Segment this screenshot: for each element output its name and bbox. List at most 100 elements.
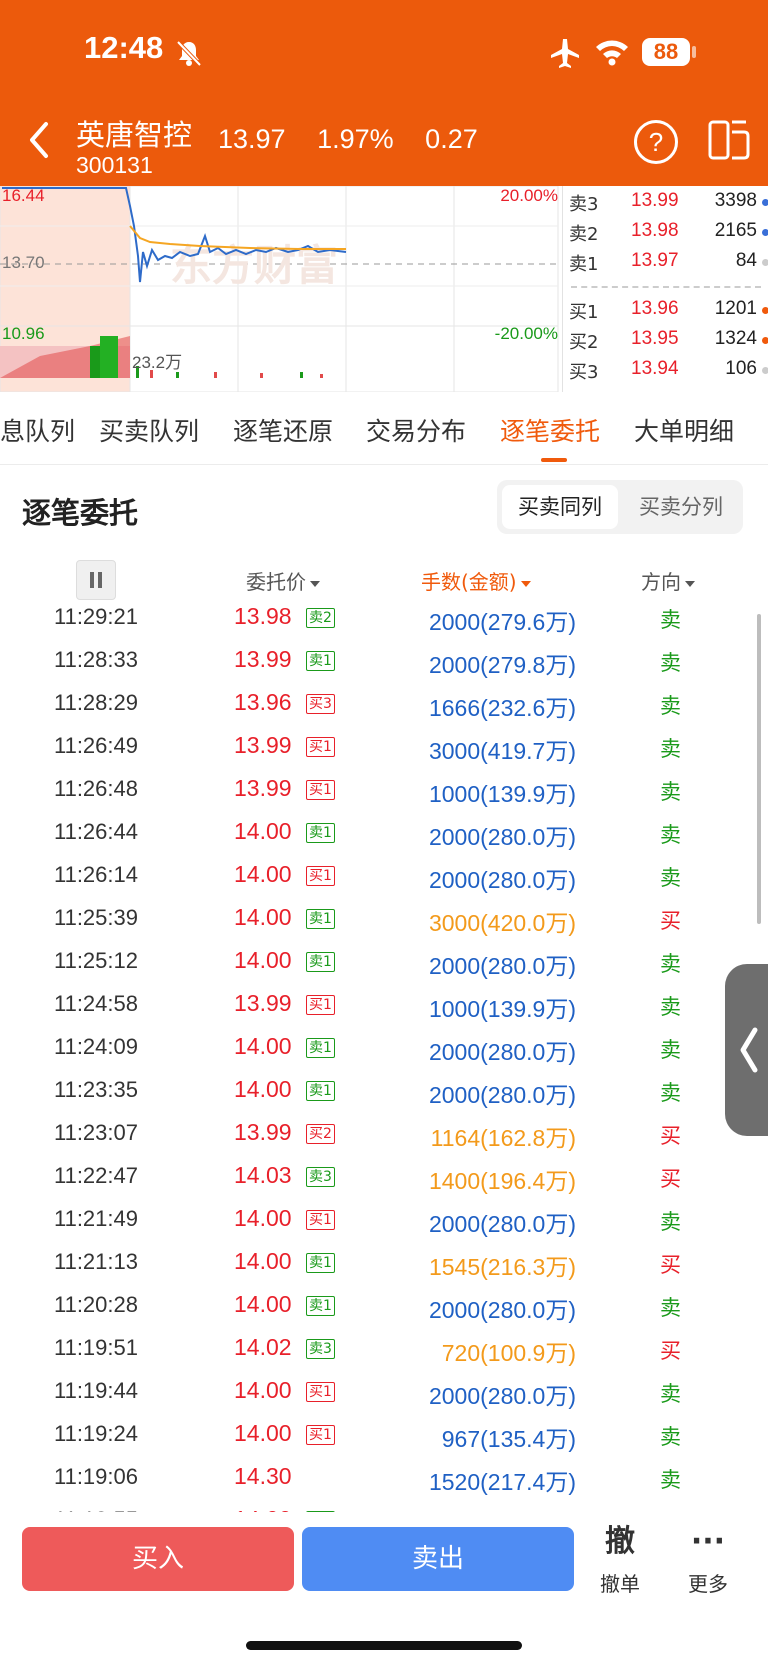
- tab-order-queue[interactable]: 买卖队列: [99, 412, 199, 448]
- scrollbar[interactable]: [757, 614, 761, 924]
- sell-button[interactable]: 卖出: [302, 1527, 574, 1591]
- queue-position-badge: 卖3: [306, 1339, 335, 1359]
- order-time: 11:19:06: [53, 1464, 138, 1489]
- bid-label: 买3: [569, 362, 599, 383]
- table-row[interactable]: 11:19:06 14.30 1520(217.4万) 卖: [0, 1458, 768, 1501]
- side-panel-handle[interactable]: [725, 964, 768, 1136]
- order-time: 11:21:49: [53, 1206, 138, 1231]
- order-price: 14.03: [234, 1162, 292, 1188]
- tab-tick-orders[interactable]: 逐笔委托: [500, 412, 600, 448]
- col-price-header[interactable]: 委托价: [246, 566, 320, 595]
- tab-news-queue[interactable]: 息队列: [0, 412, 75, 448]
- split-view-button[interactable]: 买卖分列: [623, 485, 739, 529]
- table-row[interactable]: 11:21:49 14.00 买1 2000(280.0万) 卖: [0, 1200, 768, 1243]
- queue-position-badge: 买3: [306, 694, 335, 714]
- order-volume: 2000(279.6万): [428, 609, 576, 635]
- table-row[interactable]: 11:22:47 14.03 卖3 1400(196.4万) 买: [0, 1157, 768, 1200]
- app-header: 12:48 88 英唐智控 300131 13.97 1.97% 0.27 ?: [0, 0, 768, 186]
- buy-button[interactable]: 买入: [22, 1527, 294, 1591]
- order-direction: 卖: [660, 1210, 681, 1234]
- order-volume: 1520(217.4万): [428, 1469, 576, 1495]
- col-volume-label: 手数(金额): [421, 570, 517, 594]
- stock-name: 英唐智控: [76, 118, 193, 152]
- order-price: 13.96: [234, 689, 292, 715]
- chart-high-label: 16.44: [2, 186, 45, 205]
- table-row[interactable]: 11:29:21 13.98 卖2 2000(279.6万) 卖: [0, 598, 768, 641]
- help-icon[interactable]: ?: [634, 120, 678, 164]
- ask-dot: [762, 229, 768, 236]
- order-time: 11:21:13: [53, 1249, 138, 1274]
- ask-row-1: 卖1 13.97 84: [563, 250, 768, 280]
- table-row[interactable]: 11:26:44 14.00 卖1 2000(280.0万) 卖: [0, 813, 768, 856]
- tab-large-orders[interactable]: 大单明细: [634, 412, 734, 448]
- table-row[interactable]: 11:25:39 14.00 卖1 3000(420.0万) 买: [0, 899, 768, 942]
- wifi-icon: [596, 40, 628, 66]
- order-volume: 3000(419.7万): [428, 738, 576, 764]
- table-row[interactable]: 11:21:13 14.00 卖1 1545(216.3万) 买: [0, 1243, 768, 1286]
- stock-price: 13.97: [218, 124, 286, 154]
- order-time: 11:20:28: [53, 1292, 138, 1317]
- pause-icon[interactable]: [76, 560, 116, 600]
- order-price: 13.99: [234, 732, 292, 758]
- table-row[interactable]: 11:25:12 14.00 卖1 2000(280.0万) 卖: [0, 942, 768, 985]
- order-direction: 卖: [660, 952, 681, 976]
- bid-row-3: 买3 13.94 106: [563, 358, 768, 388]
- active-tab-indicator: [541, 458, 567, 462]
- table-row[interactable]: 11:18:5514.00卖12000(280.4万)卖: [0, 1501, 768, 1512]
- cancel-order-icon: 撤: [605, 1524, 635, 1559]
- table-row[interactable]: 11:26:48 13.99 买1 1000(139.9万) 卖: [0, 770, 768, 813]
- order-time: 11:19:51: [53, 1335, 138, 1360]
- order-time: 11:22:47: [53, 1163, 138, 1188]
- order-direction: 卖: [660, 608, 681, 632]
- order-direction: 买: [660, 1124, 681, 1148]
- col-volume-header[interactable]: 手数(金额): [421, 566, 531, 595]
- ask-price: 13.98: [631, 220, 679, 241]
- order-price: 14.00: [234, 1248, 292, 1274]
- table-row[interactable]: 11:28:29 13.96 买3 1666(232.6万) 卖: [0, 684, 768, 727]
- bid-label: 买2: [569, 332, 599, 353]
- combined-view-button[interactable]: 买卖同列: [502, 485, 618, 529]
- table-row[interactable]: 11:28:33 13.99 卖1 2000(279.8万) 卖: [0, 641, 768, 684]
- order-direction: 卖: [660, 1296, 681, 1320]
- table-row[interactable]: 11:19:24 14.00 买1 967(135.4万) 卖: [0, 1415, 768, 1458]
- bid-volume: 106: [725, 358, 757, 379]
- stock-code: 300131: [76, 152, 153, 178]
- volume-bar-5: [260, 373, 263, 378]
- col-direction-header[interactable]: 方向: [641, 566, 695, 595]
- order-price: 14.00: [234, 904, 292, 930]
- table-row[interactable]: 11:20:28 14.00 卖1 2000(280.0万) 卖: [0, 1286, 768, 1329]
- table-row[interactable]: 11:26:14 14.00 买1 2000(280.0万) 卖: [0, 856, 768, 899]
- order-volume: 2000(280.0万): [428, 1082, 576, 1108]
- order-direction: 买: [660, 1253, 681, 1277]
- order-direction: 买: [660, 1167, 681, 1191]
- tick-order-list[interactable]: 11:29:21 13.98 卖2 2000(279.6万) 卖 11:28:33 13.9…: [0, 598, 768, 1512]
- back-arrow-icon[interactable]: [24, 118, 54, 162]
- order-direction: 卖: [660, 694, 681, 718]
- more-label: 更多: [688, 1572, 728, 1596]
- order-direction: 买: [660, 909, 681, 933]
- intraday-chart[interactable]: 东方财富 16.44 13.70 10.96 20.00% -20.00% 23…: [0, 185, 560, 393]
- layout-switch-icon[interactable]: [708, 120, 750, 160]
- order-time: 11:26:48: [53, 776, 138, 801]
- table-row[interactable]: 11:23:07 13.99 买2 1164(162.8万) 买: [0, 1114, 768, 1157]
- table-row[interactable]: 11:23:35 14.00 卖1 2000(280.0万) 卖: [0, 1071, 768, 1114]
- order-volume: 2000(279.8万): [428, 652, 576, 678]
- chart-up-pct: 20.00%: [500, 186, 558, 205]
- ask-volume: 2165: [714, 220, 757, 241]
- tab-trade-distribution[interactable]: 交易分布: [366, 412, 466, 448]
- queue-position-badge: 卖1: [306, 1296, 335, 1316]
- queue-position-badge: 买1: [306, 1382, 335, 1402]
- tab-tick-restore[interactable]: 逐笔还原: [233, 412, 333, 448]
- stock-quote: 13.97 1.97% 0.27: [218, 124, 492, 155]
- volume-bar-4: [214, 372, 217, 378]
- table-row[interactable]: 11:19:44 14.00 买1 2000(280.0万) 卖: [0, 1372, 768, 1415]
- table-row[interactable]: 11:26:49 13.99 买1 3000(419.7万) 卖: [0, 727, 768, 770]
- table-row[interactable]: 11:24:09 14.00 卖1 2000(280.0万) 卖: [0, 1028, 768, 1071]
- table-row[interactable]: 11:19:51 14.02 卖3 720(100.9万) 买: [0, 1329, 768, 1372]
- queue-position-badge: 卖1: [306, 823, 335, 843]
- cancel-order-button[interactable]: 撤 撤单: [580, 1522, 660, 1597]
- ask-label: 卖3: [569, 194, 599, 215]
- chart-down-pct: -20.00%: [494, 324, 558, 343]
- more-button[interactable]: ··· 更多: [668, 1522, 748, 1597]
- table-row[interactable]: 11:24:58 13.99 买1 1000(139.9万) 卖: [0, 985, 768, 1028]
